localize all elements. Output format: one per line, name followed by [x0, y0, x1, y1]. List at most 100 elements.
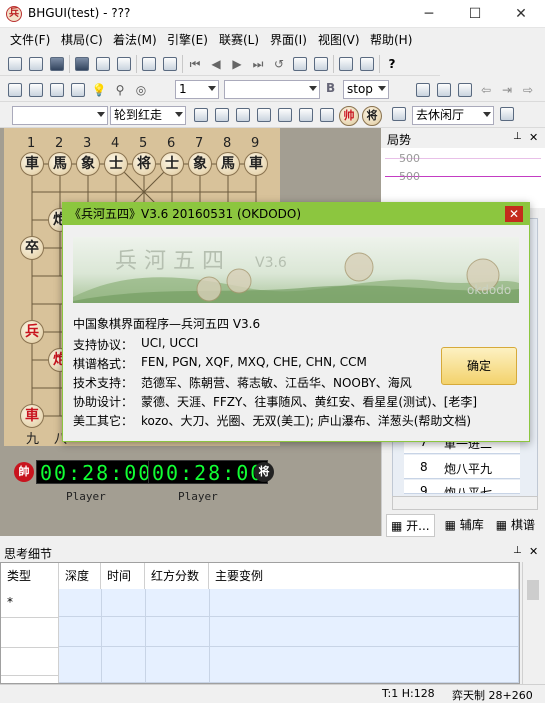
piece-black-general[interactable]: 将: [132, 152, 156, 176]
person-icon[interactable]: [255, 106, 273, 124]
piece-black-advisor[interactable]: 士: [104, 152, 128, 176]
info-value: 蒙德、天涯、FFZY、往事随风、黄红安、看星星(测试)、[老李]: [141, 395, 478, 409]
forward-icon[interactable]: ⇨: [519, 81, 537, 99]
print-icon[interactable]: [94, 55, 112, 73]
capture-icon[interactable]: [161, 55, 179, 73]
analyze-icon[interactable]: [312, 55, 330, 73]
board-icon[interactable]: [73, 55, 91, 73]
menu-league[interactable]: 联赛(L): [219, 31, 259, 48]
end-icon[interactable]: ⇥: [498, 81, 516, 99]
table-row[interactable]: [59, 647, 519, 683]
grid-view-icon[interactable]: [435, 81, 453, 99]
table-row[interactable]: [59, 617, 519, 647]
network-icon[interactable]: [213, 106, 231, 124]
move-row[interactable]: 8 炮八平九: [404, 455, 520, 479]
minimize-button[interactable]: ─: [406, 0, 452, 28]
bold-icon[interactable]: B: [326, 81, 335, 95]
turn-combo[interactable]: 轮到红走: [110, 106, 186, 125]
list-view-icon[interactable]: [414, 81, 432, 99]
lobby-combo[interactable]: 去休闲厅: [412, 106, 494, 125]
window-icon[interactable]: [337, 55, 355, 73]
copy-icon[interactable]: [140, 55, 158, 73]
scrollbar-thumb[interactable]: [527, 580, 539, 600]
stop-combo[interactable]: stop: [343, 80, 389, 99]
dialog-close-button[interactable]: ✕: [505, 206, 523, 222]
move-combo[interactable]: 1: [175, 80, 219, 99]
column-divider: [101, 589, 102, 683]
engine-select[interactable]: [224, 80, 320, 99]
column-header-depth[interactable]: 深度: [59, 563, 101, 589]
book-icon[interactable]: [500, 107, 514, 124]
piece-black-elephant[interactable]: 象: [188, 152, 212, 176]
robot-icon[interactable]: [276, 106, 294, 124]
column-header-score[interactable]: 红方分数: [145, 563, 209, 589]
maximize-button[interactable]: ☐: [452, 0, 498, 28]
black-king-icon[interactable]: 将: [362, 106, 382, 126]
piece-black-soldier[interactable]: 卒: [20, 236, 44, 260]
pin-icon[interactable]: ⊥: [513, 545, 522, 556]
shield-icon[interactable]: [297, 106, 315, 124]
pin-icon[interactable]: ⊥: [513, 131, 522, 142]
red-king-icon[interactable]: 帅: [339, 106, 359, 126]
table-row[interactable]: [59, 589, 519, 617]
menu-moves[interactable]: 着法(M): [113, 31, 157, 48]
engine-load-icon[interactable]: [27, 81, 45, 99]
layout-icon[interactable]: [358, 55, 376, 73]
column-header-time[interactable]: 时间: [101, 563, 145, 589]
tab-record-label: 棋谱: [510, 518, 535, 532]
menu-game[interactable]: 棋局(C): [61, 31, 103, 48]
target-icon[interactable]: ◎: [132, 81, 150, 99]
tab-record[interactable]: ▦ 棋谱: [494, 514, 537, 537]
open-file-icon[interactable]: [27, 55, 45, 73]
search-icon[interactable]: ⚲: [111, 81, 129, 99]
piece-black-elephant[interactable]: 象: [76, 152, 100, 176]
engine-settings-icon[interactable]: [6, 81, 24, 99]
type-column: *: [1, 589, 59, 683]
piece-black-horse[interactable]: 馬: [216, 152, 240, 176]
close-icon[interactable]: ✕: [529, 131, 538, 144]
piece-black-chariot[interactable]: 車: [244, 152, 268, 176]
panel-view-icon[interactable]: [456, 81, 474, 99]
monitor-icon[interactable]: [48, 81, 66, 99]
help-icon[interactable]: ?: [383, 55, 401, 73]
current-row-marker: *: [7, 595, 13, 609]
ok-button[interactable]: 确定: [441, 347, 517, 385]
close-icon[interactable]: ✕: [529, 545, 538, 558]
first-move-icon[interactable]: ⏮: [186, 55, 204, 73]
menu-view[interactable]: 视图(V): [318, 31, 360, 48]
move-row[interactable]: 9 炮八平七: [404, 480, 520, 494]
teapot-icon[interactable]: [234, 106, 252, 124]
info-value: 范德军、陈朝营、蒋志敏、江岳华、NOOBY、海风: [141, 376, 412, 390]
menu-help[interactable]: 帮助(H): [370, 31, 412, 48]
tab-library[interactable]: ▦ 辅库: [443, 514, 486, 537]
flip-icon[interactable]: [291, 55, 309, 73]
piece-black-horse[interactable]: 馬: [48, 152, 72, 176]
tag-icon[interactable]: [318, 106, 336, 124]
piece-red-soldier[interactable]: 兵: [20, 320, 44, 344]
save-file-icon[interactable]: [48, 55, 66, 73]
tab-opening[interactable]: ▦ 开...: [386, 514, 435, 537]
next-move-icon[interactable]: ▶: [228, 55, 246, 73]
close-button[interactable]: ✕: [498, 0, 544, 28]
horizontal-scrollbar[interactable]: [392, 496, 538, 510]
menu-interface[interactable]: 界面(I): [270, 31, 307, 48]
side-select[interactable]: [12, 106, 108, 125]
computer-icon[interactable]: [192, 106, 210, 124]
new-game-icon[interactable]: [6, 55, 24, 73]
piece-red-chariot[interactable]: 車: [20, 404, 44, 428]
last-move-icon[interactable]: ⏭: [249, 55, 267, 73]
undo-icon[interactable]: ↺: [270, 55, 288, 73]
lobby-icon[interactable]: [392, 107, 406, 124]
bulb-icon[interactable]: 💡: [90, 81, 108, 99]
settings-icon[interactable]: [115, 55, 133, 73]
vertical-scrollbar[interactable]: [522, 562, 542, 684]
menu-file[interactable]: 文件(F): [10, 31, 50, 48]
menu-engine[interactable]: 引擎(E): [167, 31, 208, 48]
column-header-pv[interactable]: 主要变例: [209, 563, 519, 589]
piece-black-advisor[interactable]: 士: [160, 152, 184, 176]
back-icon[interactable]: ⇦: [477, 81, 495, 99]
hint-icon[interactable]: [69, 81, 87, 99]
prev-move-icon[interactable]: ◀: [207, 55, 225, 73]
column-header-type[interactable]: 类型: [1, 563, 59, 589]
piece-black-chariot[interactable]: 車: [20, 152, 44, 176]
